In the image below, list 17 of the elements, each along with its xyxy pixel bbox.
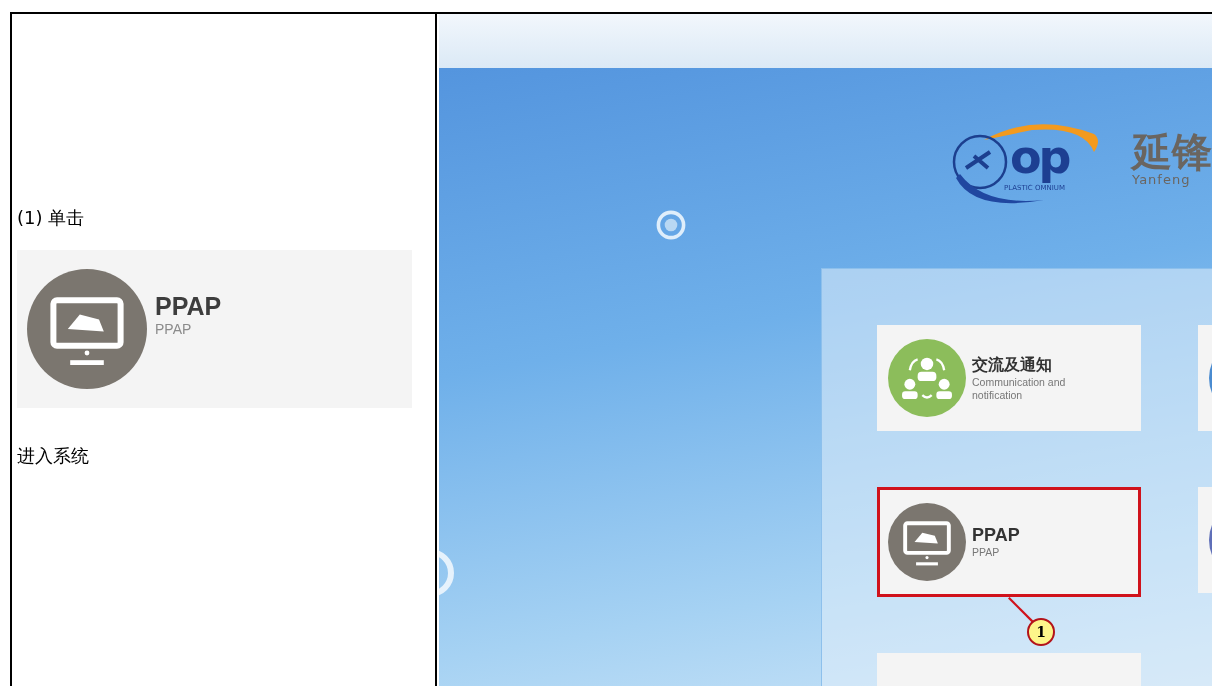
- card-subtitle: Communication and notification: [972, 376, 1067, 401]
- step-label: (1) 单击: [17, 206, 85, 230]
- people-icon: [888, 339, 966, 417]
- module-card[interactable]: 交流及通知 Communication and notification: [877, 325, 1141, 431]
- company-name: 延锋: [1132, 131, 1212, 172]
- card-title: PPAP: [972, 525, 1020, 547]
- card-title: PPAP: [155, 291, 222, 321]
- result-text: 进入系统: [17, 444, 89, 468]
- card-subtitle: PPAP: [155, 320, 192, 337]
- monitor-icon: [27, 269, 147, 389]
- company-name-english: Yanfeng: [1132, 171, 1191, 187]
- card-title: 交流及通知: [972, 355, 1052, 377]
- callout-number: 1: [1027, 618, 1055, 646]
- monitor-icon: [888, 503, 966, 581]
- module-card[interactable]: PPAP PPAP: [877, 487, 1141, 597]
- logo-mark: op: [1010, 130, 1069, 184]
- card-subtitle: PPAP: [972, 546, 1000, 559]
